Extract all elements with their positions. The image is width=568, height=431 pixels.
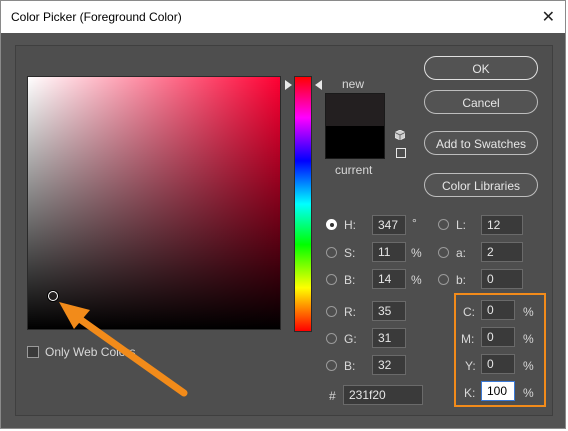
annotation-arrow bbox=[59, 302, 188, 397]
